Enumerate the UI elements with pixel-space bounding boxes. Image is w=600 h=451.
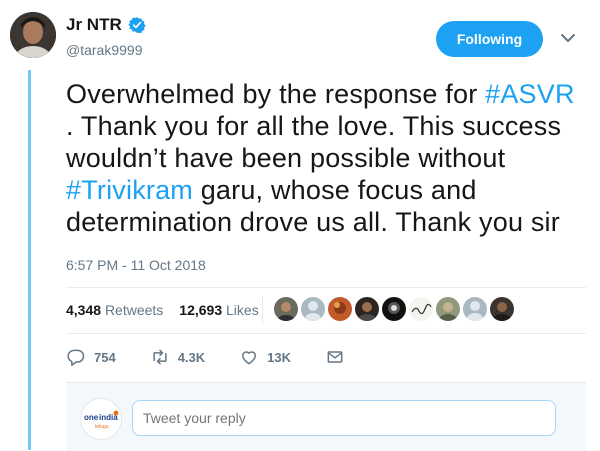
direct-message-button[interactable] — [325, 347, 345, 367]
verified-badge-icon — [128, 17, 146, 34]
author-handle[interactable]: @tarak9999 — [66, 42, 142, 58]
following-button[interactable]: Following — [436, 21, 543, 57]
retweets-count: 4,348 — [66, 302, 102, 318]
liker-avatar[interactable] — [328, 297, 352, 321]
liker-avatar[interactable] — [409, 297, 433, 321]
reply-icon — [67, 349, 85, 367]
tweet-text: Overwhelmed by the response for #ASVR . … — [66, 78, 586, 238]
hashtag-trivikram[interactable]: #Trivikram — [66, 175, 193, 205]
tweet-actions: 754 4.3K 13K — [66, 347, 379, 367]
avatar-photo — [10, 12, 56, 58]
liker-avatar[interactable] — [355, 297, 379, 321]
like-button[interactable]: 13K — [239, 347, 291, 367]
divider — [66, 287, 586, 288]
oneindia-logo: one india telugu — [84, 410, 119, 430]
author-row: Jr NTR — [66, 14, 146, 36]
reply-input[interactable] — [132, 400, 556, 436]
like-count: 13K — [267, 349, 292, 365]
liker-avatar[interactable] — [274, 297, 298, 321]
retweets-stat[interactable]: 4,348 Retweets — [66, 302, 163, 318]
divider — [66, 333, 586, 334]
likes-count: 12,693 — [179, 302, 223, 318]
chevron-down-icon[interactable] — [558, 30, 578, 46]
svg-text:telugu: telugu — [95, 424, 109, 430]
likers-avatars — [274, 297, 514, 321]
liker-avatar[interactable] — [490, 297, 514, 321]
liker-avatar[interactable] — [382, 297, 406, 321]
hashtag-asvr[interactable]: #ASVR — [485, 79, 575, 109]
retweet-count: 4.3K — [177, 349, 206, 365]
liker-avatar[interactable] — [436, 297, 460, 321]
retweet-button[interactable]: 4.3K — [150, 347, 205, 367]
envelope-icon — [327, 351, 343, 363]
avatar[interactable] — [10, 12, 56, 58]
current-user-avatar[interactable]: one india telugu — [80, 398, 122, 440]
likes-stat[interactable]: 12,693 Likes — [179, 302, 258, 318]
thread-line — [28, 70, 31, 450]
author-name[interactable]: Jr NTR — [66, 15, 122, 35]
engagement-stats: 4,348 Retweets 12,693 Likes — [66, 302, 259, 318]
tweet-text-segment: . Thank you for all the love. This succe… — [66, 111, 562, 173]
reply-button[interactable]: 754 — [66, 347, 116, 367]
svg-text:one: one — [84, 413, 99, 422]
liker-avatar[interactable] — [463, 297, 487, 321]
liker-avatar[interactable] — [301, 297, 325, 321]
retweets-label: Retweets — [104, 302, 164, 318]
stats-divider — [262, 296, 263, 324]
tweet-text-segment: Overwhelmed by the response for — [66, 79, 486, 109]
likes-label: Likes — [226, 302, 259, 318]
tweet-timestamp[interactable]: 6:57 PM - 11 Oct 2018 — [66, 257, 206, 273]
retweet-icon — [153, 349, 167, 365]
heart-icon — [242, 351, 257, 365]
reply-count: 754 — [94, 349, 116, 365]
